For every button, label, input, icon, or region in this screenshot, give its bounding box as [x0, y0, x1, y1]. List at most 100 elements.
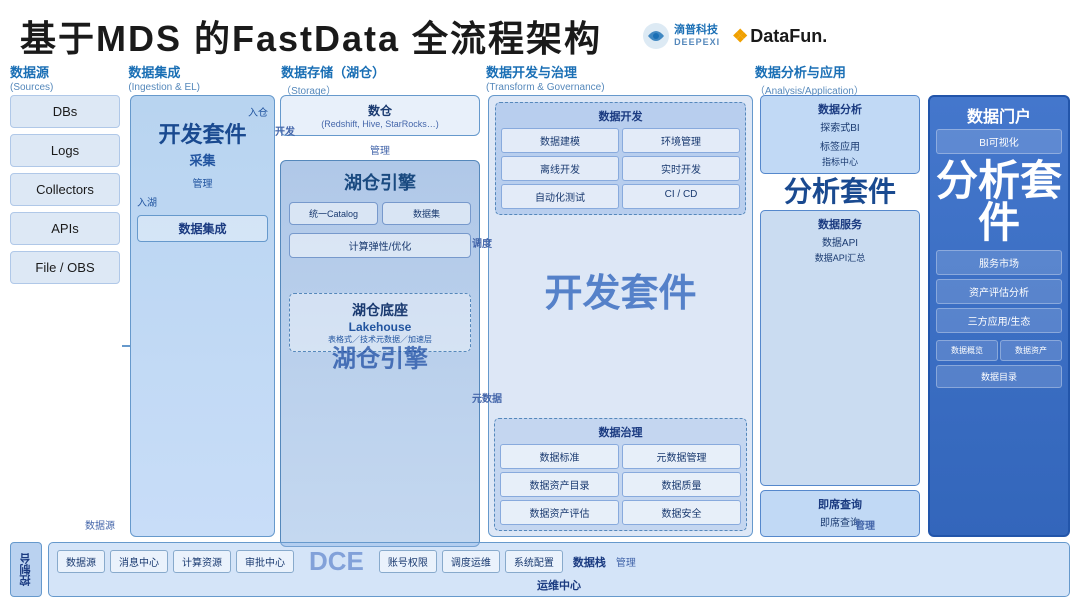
portal-title: 数据门户 — [936, 103, 1062, 127]
deepexi-icon — [642, 22, 670, 50]
ctrl-message: 消息中心 — [110, 550, 168, 573]
ctrl-schedule: 调度运维 — [442, 550, 500, 573]
portal-big-text: 分析套件 — [936, 160, 1062, 244]
storage-manage-label: 管理 — [280, 142, 480, 157]
data-services-box: 数据服务 数据API 数据API汇总 — [760, 210, 920, 486]
lakehouse-sub-text: 表格式／技术元数据／加速层 — [296, 334, 464, 345]
gov-item-5: 数据安全 — [622, 500, 741, 525]
portal-extra-asset: 数据资产 — [1000, 340, 1062, 361]
data-stack-label: 数据栈 — [573, 554, 606, 570]
dev-item-0: 数据建模 — [501, 128, 619, 153]
storage-engine-title: 湖仓引擎 — [289, 169, 471, 195]
gov-item-2: 数据资产目录 — [500, 472, 619, 497]
data-dev-title: 数据开发 — [501, 108, 740, 124]
categories-row: 数据源 (Sources) 数据集成 (Ingestion & EL) 数据存储… — [10, 65, 1070, 97]
portal-extra-overview: 数据概览 — [936, 340, 998, 361]
data-api-summary: 数据API汇总 — [766, 251, 914, 264]
dev-item-5: CI / CD — [622, 184, 740, 209]
main-title: 基于MDS 的FastData 全流程架构 — [20, 10, 602, 62]
warehouse-title: 数仓 — [289, 102, 471, 119]
cat-storage: 数据存储（湖仓） （Storage） — [281, 65, 478, 97]
source-file: File / OBS — [10, 251, 120, 284]
deepexi-text: 滴普科技 DEEPEXI — [674, 24, 720, 48]
arrow-metadata: 元数据 — [472, 390, 502, 405]
source-logs: Logs — [10, 134, 120, 167]
governance-section: 数据治理 数据标准 元数据管理 数据资产目录 数据质量 数据资产评估 数据安全 — [494, 418, 747, 531]
ctrl-approve: 审批中心 — [236, 550, 294, 573]
control-top-row: 数据源 消息中心 计算资源 审批中心 DCE 账号权限 调度运维 系统配置 数据… — [57, 546, 1061, 577]
data-dev-section: 数据开发 数据建模 环境管理 离线开发 实时开发 自动化测试 CI / CD — [495, 102, 746, 215]
lakehouse-label: Lakehouse — [296, 320, 464, 334]
control-panel-main: 数据源 消息中心 计算资源 审批中心 DCE 账号权限 调度运维 系统配置 数据… — [48, 542, 1070, 597]
analysis-big-label: 分析套件 — [760, 178, 920, 206]
arrow-manage: 管理 — [855, 517, 875, 532]
ruhu-label: 入湖 — [137, 194, 268, 209]
portal-area: 数据门户 BI可视化 分析套件 服务市场 资产评估分析 三方应用/生态 数据概览… — [928, 95, 1070, 537]
storage-area: 数仓 (Redshift, Hive, StarRocks…) 管理 湖仓引擎 … — [280, 95, 480, 537]
ctrl-manage-label: 管理 — [616, 554, 636, 569]
lakehouse-inner-title: 湖仓底座 — [296, 300, 464, 320]
datafun-text: DataFun. — [750, 26, 827, 47]
dev-item-1: 环境管理 — [622, 128, 740, 153]
datafun-d: ❖ — [732, 26, 748, 47]
transform-center-text: 开发套件 — [544, 275, 696, 313]
warehouse-sub: (Redshift, Hive, StarRocks…) — [289, 119, 471, 129]
ingestion-area: 入仓 开发套件 采集 管理 入湖 数据集成 — [130, 95, 275, 537]
manage-label-ingestion: 管理 — [137, 175, 268, 190]
data-services-title: 数据服务 — [766, 216, 914, 232]
instant-query-box: 即席查询 即席查询 — [760, 490, 920, 537]
control-label: 控制台 — [10, 542, 42, 597]
portal-item-thirdparty: 三方应用/生态 — [936, 308, 1062, 333]
portal-extra-catalog: 数据目录 — [936, 365, 1062, 388]
ctrl-datasource: 数据源 — [57, 550, 105, 573]
analysis-item-bi: 探索式BI — [766, 117, 914, 136]
datasource-label: 数据源 — [85, 517, 115, 532]
dataset-box: 数据集 — [382, 202, 471, 225]
title-area: 基于MDS 的FastData 全流程架构 滴普科技 DEEPEXI ❖ Dat… — [20, 10, 827, 62]
ctrl-sysconfig: 系统配置 — [505, 550, 563, 573]
ingestion-subtitle-text: 采集 — [137, 150, 268, 169]
compute-box: 计算弹性/优化 — [289, 233, 471, 258]
storage-main-box: 湖仓引擎 统一Catalog 数据集 计算弹性/优化 湖仓引擎 湖仓底座 Lak… — [280, 160, 480, 547]
dev-item-3: 实时开发 — [622, 156, 740, 181]
source-collectors: Collectors — [10, 173, 120, 206]
gov-item-1: 元数据管理 — [622, 444, 741, 469]
portal-item-asset: 资产评估分析 — [936, 279, 1062, 304]
arrow-diaodu: 调度 — [472, 235, 492, 250]
ops-center-label: 运维中心 — [57, 577, 1061, 593]
dce-label: DCE — [309, 546, 364, 577]
logos-area: 滴普科技 DEEPEXI ❖ DataFun. — [642, 22, 827, 50]
analysis-item-index: 指标中心 — [766, 155, 914, 168]
data-integration-box: 数据集成 — [137, 215, 268, 242]
ctrl-compute: 计算资源 — [173, 550, 231, 573]
source-apis: APIs — [10, 212, 120, 245]
storage-row-1: 统一Catalog 数据集 — [289, 198, 471, 229]
dev-item-2: 离线开发 — [501, 156, 619, 181]
ingestion-big-title: 开发套件 — [137, 121, 268, 150]
portal-item-bi: BI可视化 — [936, 129, 1062, 154]
portal-item-service: 服务市场 — [936, 250, 1062, 275]
sources-column: DBs Logs Collectors APIs File / OBS — [10, 95, 120, 537]
cat-sources: 数据源 (Sources) — [10, 65, 118, 97]
arrow-kaifa: 开发 — [275, 123, 295, 138]
deepexi-logo: 滴普科技 DEEPEXI — [642, 22, 720, 50]
datafun-logo: ❖ DataFun. — [732, 26, 827, 47]
portal-extra-items: 数据概览 数据资产 — [936, 338, 1062, 363]
control-panel-wrapper: 控制台 — [10, 542, 42, 597]
gov-grid: 数据标准 元数据管理 数据资产目录 数据质量 数据资产评估 数据安全 — [500, 444, 741, 525]
data-analysis-top: 数据分析 探索式BI 标签应用 指标中心 — [760, 95, 920, 174]
data-analysis-title: 数据分析 — [766, 101, 914, 117]
analysis-area: 数据分析 探索式BI 标签应用 指标中心 分析套件 数据服务 数据API 数据A… — [760, 95, 920, 537]
main-diagram: DBs Logs Collectors APIs File / OBS 数据源 … — [10, 95, 1070, 597]
gov-item-0: 数据标准 — [500, 444, 619, 469]
dev-grid: 数据建模 环境管理 离线开发 实时开发 自动化测试 CI / CD — [501, 128, 740, 209]
gov-item-4: 数据资产评估 — [500, 500, 619, 525]
ctrl-account: 账号权限 — [379, 550, 437, 573]
governance-title: 数据治理 — [500, 424, 741, 440]
service-item-api: 数据API — [766, 232, 914, 251]
storage-row-2: 计算弹性/优化 — [289, 233, 471, 258]
instant-query-title: 即席查询 — [766, 496, 914, 512]
cat-analysis: 数据分析与应用 （Analysis/Application） — [755, 65, 1070, 97]
transform-area: 数据开发 数据建模 环境管理 离线开发 实时开发 自动化测试 CI / CD 开… — [488, 95, 753, 537]
cat-transform: 数据开发与治理 (Transform & Governance) — [486, 65, 747, 97]
